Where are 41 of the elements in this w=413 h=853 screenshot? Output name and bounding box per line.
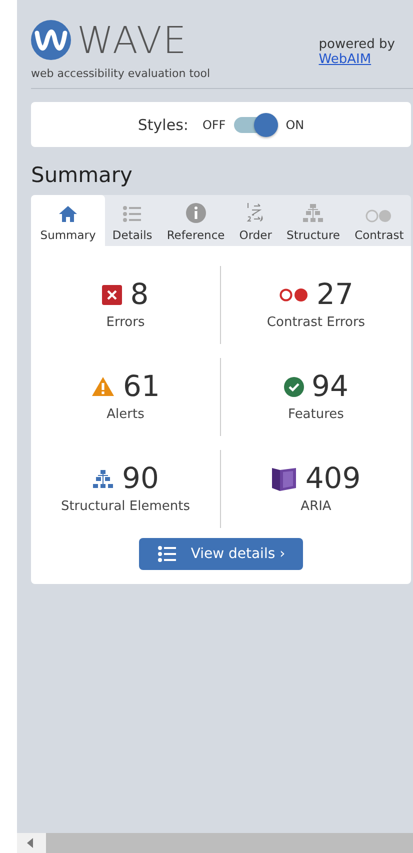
stat-count: 8	[130, 280, 149, 309]
tab[interactable]: Structure	[279, 195, 348, 246]
list-icon	[122, 205, 142, 223]
tab[interactable]: Order	[232, 195, 280, 246]
tab[interactable]: Reference	[160, 195, 232, 246]
stat-count: 94	[312, 372, 348, 401]
off-label: OFF	[202, 118, 226, 132]
wave-logo-icon	[31, 20, 71, 60]
error-icon	[102, 284, 122, 304]
stat-count: 90	[122, 464, 159, 493]
list-icon	[156, 545, 177, 563]
contrast-icon	[365, 209, 394, 223]
contrast-error-icon	[278, 288, 309, 302]
home-icon	[58, 205, 78, 223]
stat-label: Features	[288, 407, 344, 422]
stat-count: 61	[123, 372, 160, 401]
alert-icon	[91, 376, 116, 397]
styles-label: Styles:	[138, 116, 188, 134]
check-icon	[284, 376, 304, 396]
hierarchy-icon	[302, 203, 324, 223]
info-icon	[186, 203, 206, 223]
tab[interactable]: Summary	[31, 195, 106, 246]
hierarchy-icon	[92, 468, 114, 488]
stat-label: Structural Elements	[60, 499, 190, 514]
tab[interactable]: Contrast	[347, 195, 411, 246]
scroll-left-icon[interactable]	[27, 838, 33, 848]
stat-label: Errors	[106, 315, 145, 330]
view-details-button[interactable]: View details ›	[138, 538, 304, 570]
tab[interactable]: Details	[105, 195, 160, 246]
stat-count: 27	[316, 280, 354, 309]
powered-by-text: powered by	[318, 37, 395, 52]
cube-icon	[271, 466, 298, 492]
on-label: ON	[286, 118, 304, 132]
tagline: web accessibility evaluation tool	[31, 67, 210, 80]
stat-label: ARIA	[300, 499, 332, 514]
stat-count: 409	[305, 464, 361, 493]
logo-title: WAVE	[77, 22, 188, 58]
stat-label: Alerts	[106, 407, 144, 422]
stat-label: Contrast Errors	[266, 315, 366, 330]
section-heading: Summary	[31, 163, 134, 187]
webaim-link[interactable]: WebAIM	[318, 52, 395, 67]
